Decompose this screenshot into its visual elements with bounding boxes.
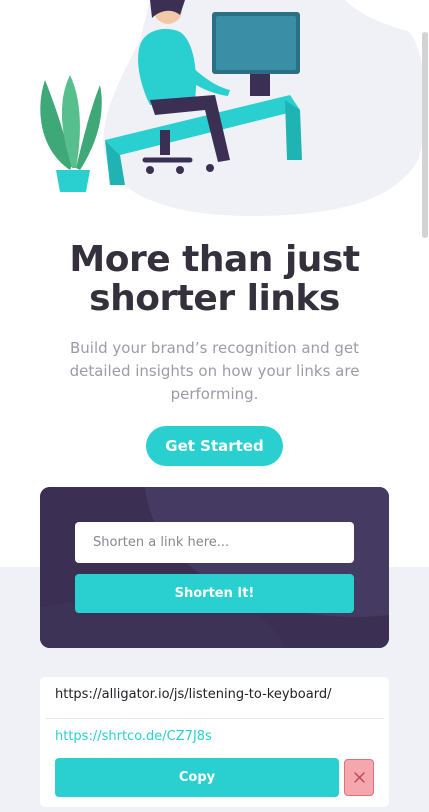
original-url: https://alligator.io/js/listening-to-key… [55, 687, 332, 702]
hero-subtext: Build your brand’s recognition and get d… [69, 339, 360, 403]
shorten-link-input[interactable] [75, 522, 354, 563]
short-url-link[interactable]: https://shrtco.de/CZ7J8s [55, 729, 212, 744]
get-started-button[interactable]: Get Started [146, 426, 283, 466]
delete-result-button[interactable] [344, 759, 374, 796]
shortened-link-result: https://alligator.io/js/listening-to-key… [40, 677, 389, 807]
card-background-pattern [40, 487, 389, 648]
page-headline: More than just shorter links [0, 240, 429, 318]
hero-illustration [0, 0, 429, 220]
headline-line-1: More than just [69, 239, 360, 280]
result-divider [45, 718, 384, 719]
scrollbar[interactable] [422, 32, 428, 238]
headline-line-2: shorter links [89, 278, 340, 319]
shorten-form-card: Shorten It! [40, 487, 389, 648]
copy-button[interactable]: Copy [55, 758, 339, 797]
shorten-it-button[interactable]: Shorten It! [75, 574, 354, 613]
close-icon [353, 772, 365, 783]
